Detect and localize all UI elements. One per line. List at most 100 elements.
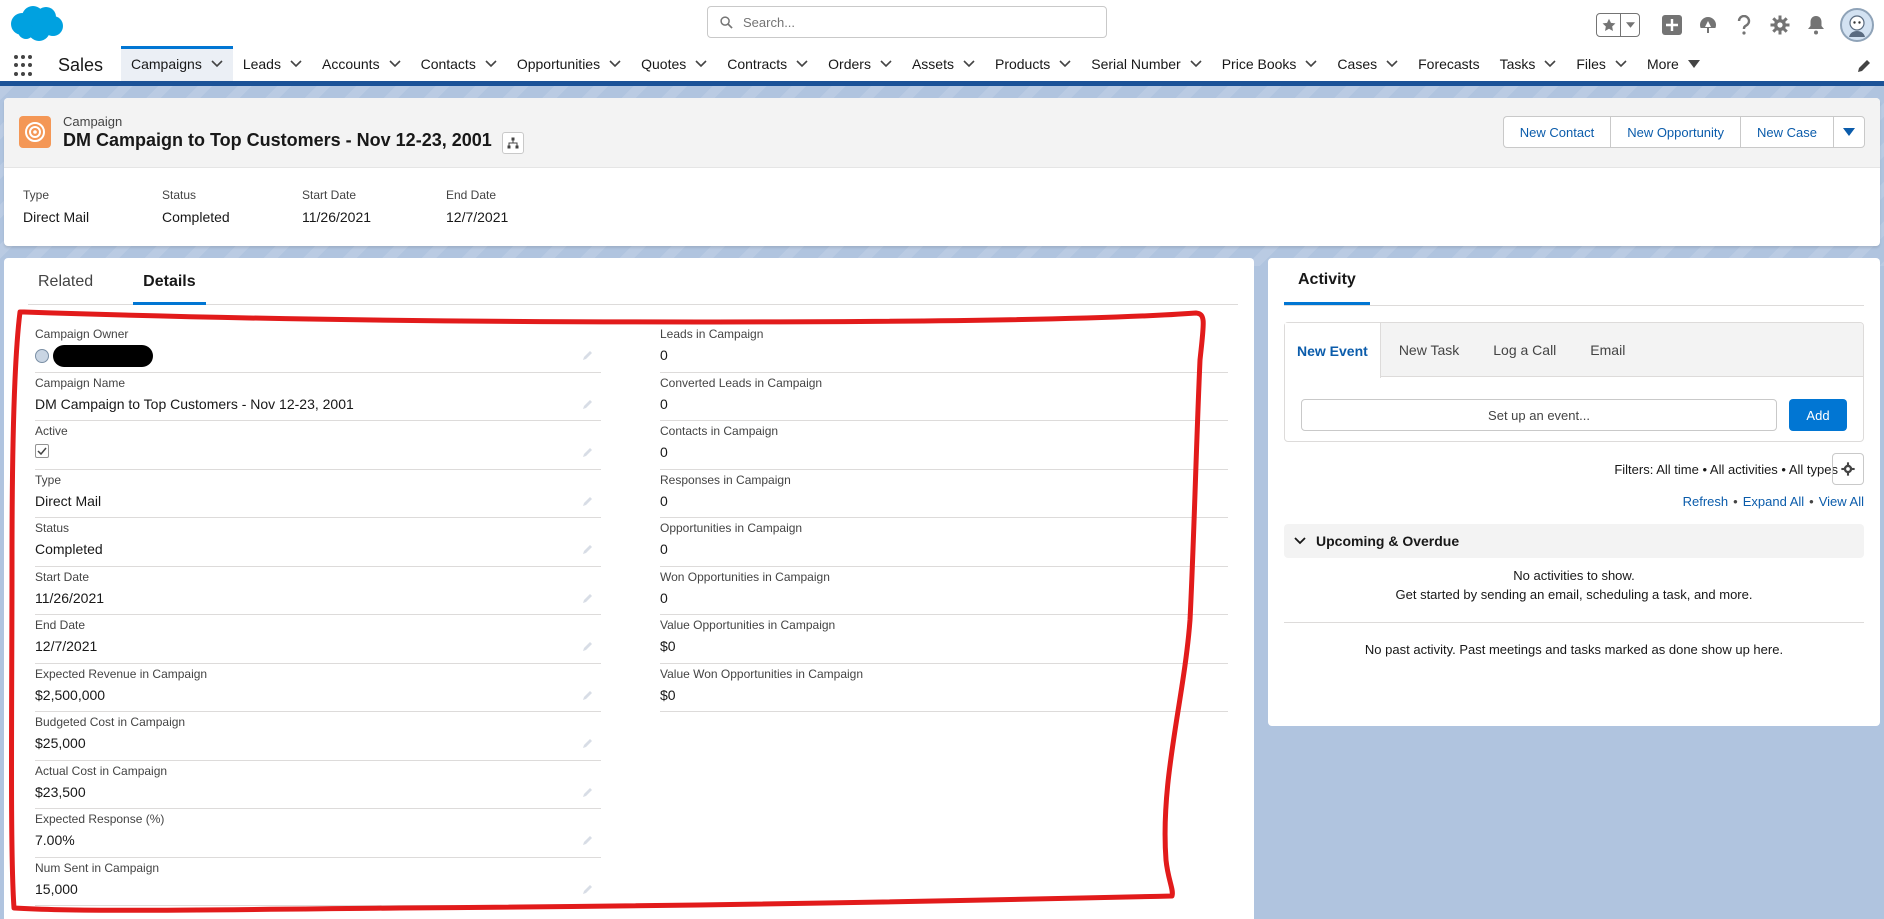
field-value: 7.00% <box>35 832 75 848</box>
nav-item-label: Files <box>1576 55 1606 72</box>
nav-item-label: Leads <box>242 55 281 72</box>
add-event-button[interactable]: Add <box>1789 399 1847 431</box>
tab-related[interactable]: Related <box>28 258 103 305</box>
edit-pencil-icon[interactable] <box>581 445 595 459</box>
chevron-down-icon <box>1294 537 1306 545</box>
more-actions-chevron-icon[interactable] <box>1833 116 1865 148</box>
chevron-down-icon[interactable] <box>1305 59 1317 68</box>
composer-tab-email[interactable]: Email <box>1578 323 1637 376</box>
favorites-group <box>1596 13 1640 37</box>
hierarchy-icon[interactable] <box>502 132 524 154</box>
chevron-down-icon[interactable] <box>1615 59 1627 68</box>
nav-item-accounts[interactable]: Accounts <box>312 46 411 81</box>
app-launcher-icon[interactable] <box>14 55 36 77</box>
nav-item-contacts[interactable]: Contacts <box>411 46 507 81</box>
chevron-down-icon[interactable] <box>290 59 302 68</box>
chevron-down-icon[interactable] <box>1190 59 1202 68</box>
new-opportunity-button[interactable]: New Opportunity <box>1610 116 1741 148</box>
nav-item-forecasts[interactable]: Forecasts <box>1408 46 1489 81</box>
field-label: Opportunities in Campaign <box>660 521 803 535</box>
nav-item-serial-number[interactable]: Serial Number <box>1081 46 1211 81</box>
chevron-down-icon[interactable] <box>796 59 808 68</box>
nav-item-contracts[interactable]: Contracts <box>717 46 818 81</box>
nav-item-label: Contacts <box>420 55 476 72</box>
tab-activity[interactable]: Activity <box>1284 258 1370 305</box>
nav-item-assets[interactable]: Assets <box>902 46 985 81</box>
global-search[interactable] <box>707 6 1107 38</box>
no-past-activity-text: No past activity. Past meetings and task… <box>1364 642 1784 657</box>
chevron-down-icon[interactable] <box>963 59 975 68</box>
chevron-down-icon[interactable] <box>1544 59 1556 68</box>
set-up-event-input[interactable]: Set up an event... <box>1301 399 1777 431</box>
field-label: Status <box>35 521 70 535</box>
detail-field-end-date: End Date 12/7/2021 <box>35 615 601 664</box>
nav-item-leads[interactable]: Leads <box>233 46 312 81</box>
edit-nav-pencil-icon[interactable] <box>1856 58 1872 74</box>
edit-pencil-icon[interactable] <box>581 882 595 896</box>
view-all-link[interactable]: View All <box>1819 494 1864 509</box>
new-case-button[interactable]: New Case <box>1740 116 1833 148</box>
filter-gear-icon[interactable] <box>1832 453 1864 485</box>
composer-tab-log-a-call[interactable]: Log a Call <box>1481 323 1568 376</box>
chevron-down-icon[interactable] <box>695 59 707 68</box>
edit-pencil-icon[interactable] <box>581 736 595 750</box>
salesforce-logo[interactable] <box>6 2 64 44</box>
notifications-bell-icon[interactable] <box>1798 11 1834 39</box>
edit-pencil-icon[interactable] <box>581 785 595 799</box>
activity-filters-text: Filters: All time • All activities • All… <box>1614 462 1838 477</box>
nav-item-label: Price Books <box>1221 55 1297 72</box>
nav-item-more[interactable]: More <box>1637 46 1710 81</box>
field-value: $25,000 <box>35 735 86 751</box>
chevron-down-icon[interactable] <box>389 59 401 68</box>
chevron-down-icon[interactable] <box>211 59 223 68</box>
edit-pencil-icon[interactable] <box>581 833 595 847</box>
edit-pencil-icon[interactable] <box>581 639 595 653</box>
edit-pencil-icon[interactable] <box>581 542 595 556</box>
redacted-owner-name <box>53 345 153 367</box>
global-add-icon[interactable] <box>1654 11 1690 39</box>
chevron-down-icon[interactable] <box>1386 59 1398 68</box>
nav-item-files[interactable]: Files <box>1566 46 1637 81</box>
setup-gear-icon[interactable] <box>1762 11 1798 39</box>
composer-tab-new-task[interactable]: New Task <box>1387 323 1471 376</box>
composer-tab-new-event[interactable]: New Event <box>1285 323 1381 378</box>
nav-item-orders[interactable]: Orders <box>818 46 902 81</box>
record-tabs: Related Details <box>28 258 1238 305</box>
nav-items: Campaigns Leads Accounts Contacts Opportunit… <box>121 46 1710 81</box>
change-owner-icon[interactable] <box>581 348 595 362</box>
edit-pencil-icon[interactable] <box>581 688 595 702</box>
chevron-down-icon[interactable] <box>1059 59 1071 68</box>
nav-item-opportunities[interactable]: Opportunities <box>507 46 631 81</box>
help-icon[interactable] <box>1726 11 1762 39</box>
user-avatar[interactable] <box>1840 8 1874 42</box>
detail-field-num-sent-in-campaign: Num Sent in Campaign 15,000 <box>35 858 601 906</box>
edit-pencil-icon[interactable] <box>581 591 595 605</box>
details-left-column: Campaign Owner Campaign Name DM Campaign t… <box>35 324 601 906</box>
new-contact-button[interactable]: New Contact <box>1502 116 1611 148</box>
nav-item-price-books[interactable]: Price Books <box>1212 46 1328 81</box>
chevron-down-icon[interactable] <box>485 59 497 68</box>
search-input[interactable] <box>743 14 1083 30</box>
trailhead-icon[interactable] <box>1690 11 1726 39</box>
tab-details[interactable]: Details <box>133 258 206 305</box>
nav-item-label: Opportunities <box>516 55 601 72</box>
nav-item-tasks[interactable]: Tasks <box>1490 46 1567 81</box>
field-value: 11/26/2021 <box>35 589 105 606</box>
expand-all-link[interactable]: Expand All <box>1743 494 1804 509</box>
nav-item-cases[interactable]: Cases <box>1327 46 1408 81</box>
nav-item-campaigns[interactable]: Campaigns <box>121 46 233 81</box>
refresh-link[interactable]: Refresh <box>1683 494 1729 509</box>
details-right-column: Leads in Campaign 0 Converted Leads in Cam… <box>660 324 1228 712</box>
nav-item-quotes[interactable]: Quotes <box>631 46 717 81</box>
nav-item-products[interactable]: Products <box>985 46 1081 81</box>
chevron-down-icon[interactable] <box>880 59 892 68</box>
edit-pencil-icon[interactable] <box>581 494 595 508</box>
favorites-star-icon[interactable] <box>1597 14 1621 36</box>
chevron-down-icon[interactable] <box>609 59 621 68</box>
field-label: Active <box>35 424 68 438</box>
favorites-list-chevron-icon[interactable] <box>1621 14 1639 36</box>
edit-pencil-icon[interactable] <box>581 397 595 411</box>
upcoming-overdue-section[interactable]: Upcoming & Overdue <box>1284 524 1864 558</box>
campaign-owner-value[interactable] <box>35 345 601 367</box>
field-value: 0 <box>660 492 668 509</box>
